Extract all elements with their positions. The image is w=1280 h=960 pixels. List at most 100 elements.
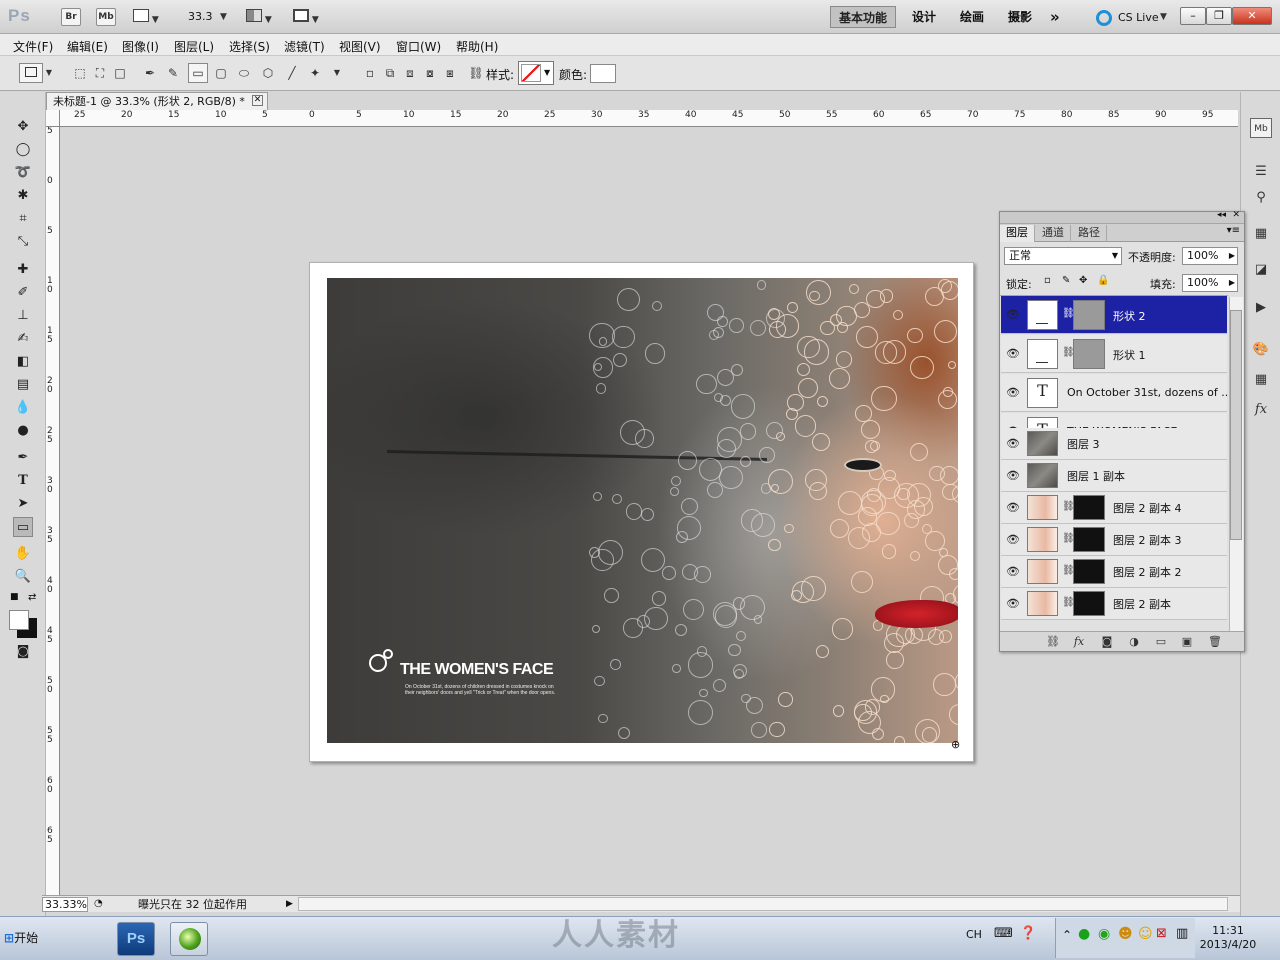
rectangle-tool-icon[interactable]: ▭ (13, 517, 33, 537)
eyedropper-icon[interactable]: ⤡ (13, 232, 33, 252)
subtract-shape-icon[interactable]: ⧈ (400, 63, 420, 83)
quick-mask-icon[interactable]: ◙ (13, 642, 33, 662)
tool-preset-dropdown-icon[interactable]: ▼ (43, 63, 55, 83)
layer-row[interactable]: 👁 ⛓ 图层 2 副本 4 (1001, 492, 1227, 524)
close-document-icon[interactable]: ✕ (252, 95, 263, 106)
eye-visibility-icon[interactable]: 👁 (1005, 533, 1021, 547)
menu-select[interactable]: 选择(S) (229, 38, 270, 55)
tray-network-icon[interactable]: ▥ (1176, 926, 1188, 941)
custom-shape-icon[interactable]: ✦ (305, 63, 325, 83)
lock-transparent-icon[interactable]: ▫ (1044, 275, 1051, 286)
freeform-pen-icon[interactable]: ✎ (163, 63, 183, 83)
elliptical-marquee-icon[interactable]: ◯ (13, 140, 33, 160)
close-panel-icon[interactable]: ✕ (1232, 210, 1240, 220)
gradient-tool-icon[interactable]: ▤ (13, 375, 33, 395)
start-button[interactable]: ⊞开始 (4, 929, 38, 946)
fill-field[interactable]: 100% ▶ (1182, 274, 1238, 292)
restore-button[interactable]: ❐ (1206, 7, 1232, 25)
layer-row[interactable]: 👁 T On October 31st, dozens of ... (1001, 374, 1228, 412)
opacity-field[interactable]: 100% ▶ (1182, 247, 1238, 265)
ruler-origin[interactable] (46, 110, 60, 127)
history-icon[interactable]: ▦ (1250, 224, 1272, 244)
add-mask-icon[interactable]: ◙ (1098, 634, 1116, 650)
status-zoom-field[interactable]: 33.33% (42, 897, 88, 912)
more-workspaces-button[interactable]: » (1042, 6, 1068, 28)
adjustment-layer-icon[interactable]: ◑ (1125, 634, 1143, 650)
eye-visibility-icon[interactable]: 👁 (1005, 437, 1021, 451)
default-colors-icon[interactable]: ■ (10, 592, 19, 602)
close-button[interactable]: ✕ (1232, 7, 1272, 25)
rectangle-shape-icon[interactable]: ▭ (188, 63, 208, 83)
collapse-panel-icon[interactable]: ◂◂ (1217, 210, 1226, 220)
blend-mode-select[interactable]: 正常 ▼ (1004, 247, 1122, 265)
hand-tool-icon[interactable]: ✋ (13, 544, 33, 564)
eye-visibility-icon[interactable]: 👁 (1005, 308, 1021, 322)
zoom-level-input[interactable]: 33.3 (188, 10, 213, 23)
create-new-shape-icon[interactable]: ▫ (360, 63, 380, 83)
workspace-design[interactable]: 设计 (904, 6, 944, 28)
link-icon[interactable]: ⛓ (466, 63, 486, 83)
layer-list-scroll-thumb[interactable] (1230, 310, 1242, 540)
panel-menu-icon[interactable]: ▾≡ (1227, 225, 1240, 236)
history-brush-icon[interactable]: ✍ (13, 329, 33, 349)
layer-mask-thumbnail[interactable] (1073, 495, 1105, 520)
tray-app-qq-icon[interactable]: ☻ (1118, 926, 1133, 942)
menu-image[interactable]: 图像(I) (122, 38, 159, 55)
cs-live-button[interactable]: CS Live (1118, 11, 1159, 24)
taskbar-app-button[interactable] (170, 922, 208, 956)
help-icon[interactable]: ❓ (1020, 926, 1036, 941)
pen-tool-icon-2[interactable]: ✒ (13, 448, 33, 468)
layer-mask-thumbnail[interactable] (1073, 559, 1105, 584)
move-tool-icon[interactable]: ✥ (13, 117, 33, 137)
eye-visibility-icon[interactable]: 👁 (1005, 347, 1021, 361)
layer-row[interactable]: 👁 ⛓ 形状 1 (1001, 335, 1227, 373)
eye-visibility-icon[interactable]: 👁 (1005, 501, 1021, 515)
intersect-shape-icon[interactable]: ⧇ (420, 63, 440, 83)
clone-stamp-icon[interactable]: ⊥ (13, 306, 33, 326)
document-tab[interactable]: 未标题-1 @ 33.3% (形状 2, RGB/8) * ✕ (46, 92, 268, 110)
layer-row[interactable]: 👁 图层 1 副本 (1001, 460, 1227, 492)
minimize-button[interactable]: – (1180, 7, 1206, 25)
crop-tool-icon[interactable]: ⌗ (13, 209, 33, 229)
artwork-image[interactable]: THE WOMEN'S FACE On October 31st, dozens… (327, 278, 958, 743)
vertical-ruler[interactable]: 5 0 5 1 0 1 5 2 0 2 5 3 0 3 5 4 0 4 5 5 0 5 5 6 0 6 5 (46, 127, 60, 895)
screen-mode-button[interactable]: ▼ (293, 9, 329, 25)
language-indicator[interactable]: CH (966, 928, 982, 941)
layer-row[interactable]: 👁 ⛓ 图层 2 副本 3 (1001, 524, 1227, 556)
mini-bridge-button[interactable]: Mb (96, 8, 116, 26)
layer-style-fx-icon[interactable]: fx (1070, 634, 1088, 650)
zoom-tool-icon[interactable]: 🔍 (13, 567, 33, 587)
layer-mask-thumbnail[interactable] (1073, 527, 1105, 552)
color-swatch[interactable] (590, 64, 616, 83)
pen-tool-icon[interactable]: ✒ (140, 63, 160, 83)
tab-channels[interactable]: 通道 (1036, 225, 1071, 242)
tab-paths[interactable]: 路径 (1072, 225, 1107, 242)
menu-layer[interactable]: 图层(L) (174, 38, 214, 55)
quick-selection-icon[interactable]: ✱ (13, 186, 33, 206)
layer-row[interactable]: 👁 ⛓ 图层 2 副本 2 (1001, 556, 1227, 588)
ellipse-icon[interactable]: ⬭ (234, 63, 254, 83)
tab-layers[interactable]: 图层 (1000, 225, 1035, 242)
panel-header[interactable]: ◂◂ ✕ (1000, 210, 1244, 224)
status-info-icon[interactable]: ◔ (94, 898, 103, 909)
layer-row[interactable]: 👁 ⛓ 图层 2 副本 (1001, 588, 1227, 620)
rounded-rectangle-icon[interactable]: ▢ (211, 63, 231, 83)
actions-icon[interactable]: ⚲ (1250, 188, 1272, 208)
tray-app-smile-icon[interactable]: ☺ (1138, 926, 1153, 942)
color-palette-icon[interactable]: 🎨 (1250, 340, 1272, 360)
lasso-tool-icon[interactable]: ➰ (13, 163, 33, 183)
eye-visibility-icon[interactable]: 👁 (1005, 469, 1021, 483)
workspace-essentials[interactable]: 基本功能 (830, 6, 897, 28)
menu-file[interactable]: 文件(F) (13, 38, 53, 55)
style-picker[interactable]: ▼ (518, 61, 554, 85)
arrange-documents-button[interactable]: ▼ (246, 9, 276, 25)
swap-colors-icon[interactable]: ⇄ (28, 592, 36, 603)
shape-layers-icon[interactable]: ⬚ (70, 63, 90, 83)
fill-pixels-icon[interactable]: □ (110, 63, 130, 83)
play-icon[interactable]: ▶ (1250, 298, 1272, 318)
layer-mask-thumbnail[interactable] (1073, 339, 1105, 369)
eraser-tool-icon[interactable]: ◧ (13, 352, 33, 372)
menu-view[interactable]: 视图(V) (339, 38, 381, 55)
workspace-painting[interactable]: 绘画 (952, 6, 992, 28)
keyboard-icon[interactable]: ⌨ (994, 926, 1013, 941)
